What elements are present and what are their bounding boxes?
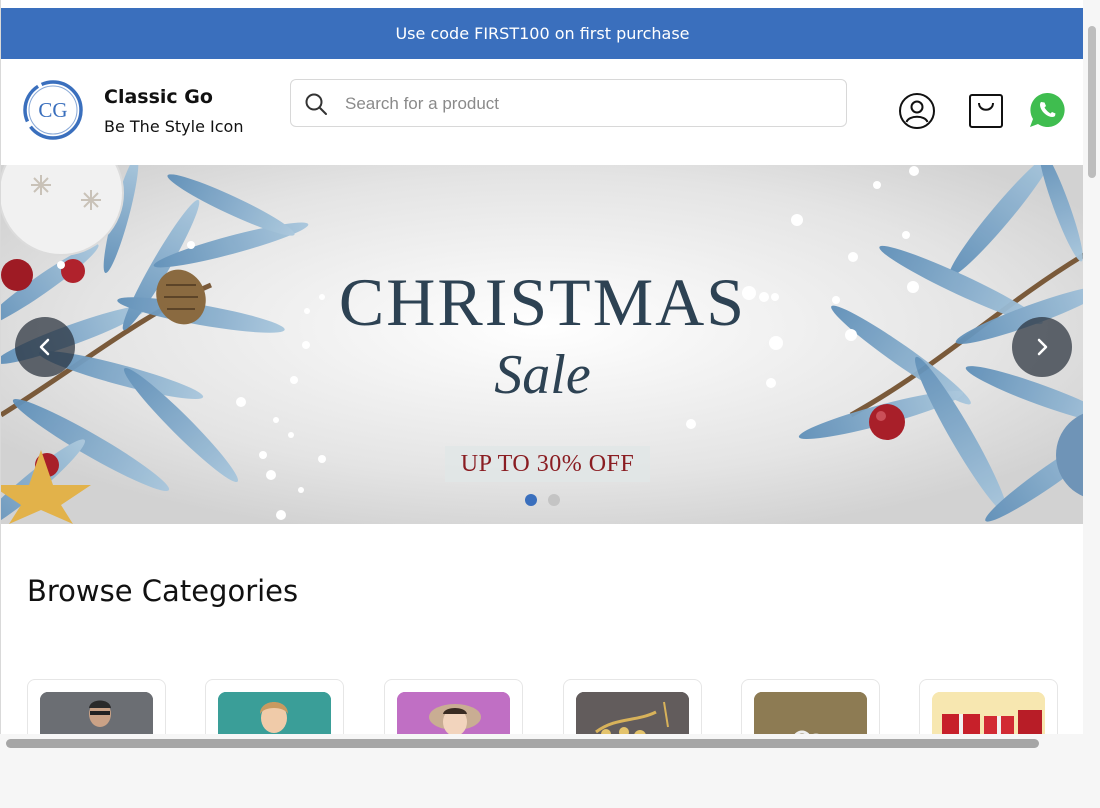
- logo-text: CG: [38, 98, 67, 122]
- hero-subtitle: Sale: [494, 344, 591, 406]
- girl-portrait-photo: [218, 692, 331, 734]
- user-icon[interactable]: [898, 92, 936, 130]
- category-card[interactable]: [205, 679, 344, 734]
- search-box[interactable]: [290, 79, 847, 128]
- whatsapp-icon[interactable]: [1028, 91, 1066, 129]
- page-viewport: Use code FIRST100 on first purchase CG C…: [0, 0, 1083, 734]
- category-card[interactable]: [919, 679, 1058, 734]
- brand-tagline: Be The Style Icon: [104, 117, 244, 136]
- vertical-scrollbar-thumb[interactable]: [1088, 26, 1096, 178]
- carousel-next-button[interactable]: [1012, 317, 1072, 377]
- category-card[interactable]: [741, 679, 880, 734]
- hero-title: CHRISTMAS: [338, 264, 747, 340]
- woman-in-hat-photo: [397, 692, 510, 734]
- site-header: CG Classic Go Be The Style Icon: [1, 59, 1083, 165]
- chevron-left-icon: [39, 338, 50, 356]
- section-title-categories: Browse Categories: [27, 574, 299, 608]
- brand-logo[interactable]: CG: [22, 79, 84, 141]
- carousel-dot-active[interactable]: [525, 494, 537, 506]
- rings-photo: [754, 692, 867, 734]
- brand-name[interactable]: Classic Go: [104, 86, 213, 108]
- category-card[interactable]: [384, 679, 523, 734]
- hero-offer-badge: UP TO 30% OFF: [445, 446, 650, 482]
- search-input[interactable]: [343, 80, 827, 128]
- promo-text: Use code FIRST100 on first purchase: [395, 24, 690, 43]
- carousel-dot[interactable]: [548, 494, 560, 506]
- man-in-suit-photo: [40, 692, 153, 734]
- chevron-right-icon: [1037, 338, 1048, 356]
- jewelry-earrings-photo: [576, 692, 689, 734]
- promo-banner: Use code FIRST100 on first purchase: [1, 8, 1083, 59]
- hero-carousel[interactable]: CHRISTMAS Sale UP TO 30% OFF: [1, 165, 1083, 524]
- gift-boxes-photo: [932, 692, 1045, 734]
- category-card[interactable]: [563, 679, 702, 734]
- logo-circle-icon: CG: [23, 80, 83, 140]
- search-icon[interactable]: [304, 92, 328, 116]
- horizontal-scrollbar-thumb[interactable]: [6, 739, 1039, 748]
- carousel-prev-button[interactable]: [15, 317, 75, 377]
- hero-offer-text: UP TO 30% OFF: [460, 450, 635, 477]
- category-card[interactable]: [27, 679, 166, 734]
- shopping-bag-icon[interactable]: [967, 92, 1005, 130]
